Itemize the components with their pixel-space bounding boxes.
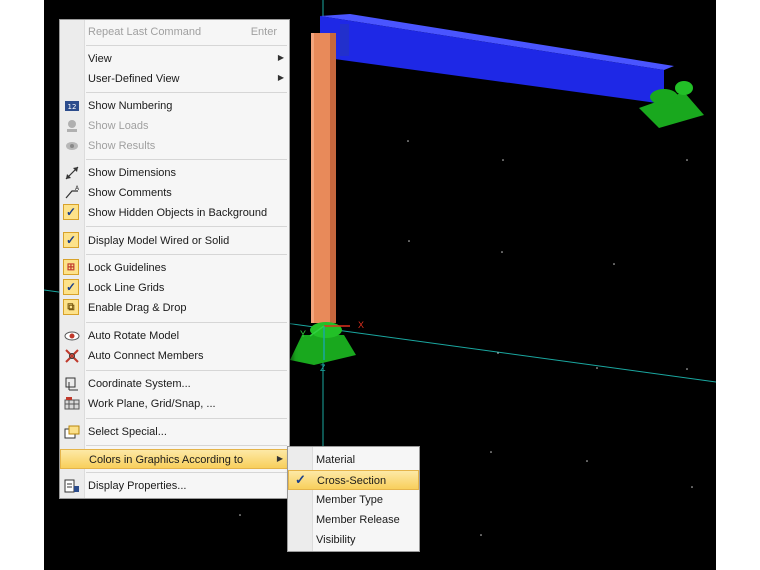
select-icon bbox=[64, 425, 80, 439]
lock-guidelines-icon: ⊞ bbox=[63, 259, 79, 275]
submenu-item-member-type[interactable]: Member Type bbox=[288, 490, 419, 510]
svg-text:12: 12 bbox=[68, 103, 77, 111]
check-icon: ✓ bbox=[295, 472, 306, 487]
results-icon bbox=[66, 142, 78, 150]
loads-icon bbox=[67, 120, 77, 132]
colors-submenu: Material ✓ Cross-Section Member Type Mem… bbox=[287, 446, 420, 552]
check-icon: ✓ bbox=[63, 232, 79, 248]
submenu-arrow-icon: ▶ bbox=[277, 73, 284, 82]
dimension-icon bbox=[65, 166, 79, 180]
submenu-arrow-icon: ▶ bbox=[276, 454, 283, 463]
menu-item-show-results[interactable]: Show Results bbox=[60, 136, 289, 156]
menu-item-user-defined-view[interactable]: User-Defined View ▶ bbox=[60, 69, 289, 89]
menu-separator bbox=[86, 159, 287, 160]
menu-item-work-plane-grid-snap[interactable]: Work Plane, Grid/Snap, ... bbox=[60, 394, 289, 414]
menu-separator bbox=[86, 445, 287, 446]
menu-item-show-comments[interactable]: A Show Comments bbox=[60, 183, 289, 203]
menu-item-show-dimensions[interactable]: Show Dimensions bbox=[60, 163, 289, 183]
menu-item-colors-in-graphics[interactable]: Colors in Graphics According to ▶ bbox=[60, 449, 289, 469]
menu-item-repeat-last-command[interactable]: Repeat Last Command Enter bbox=[60, 22, 289, 42]
submenu-item-member-release[interactable]: Member Release bbox=[288, 510, 419, 530]
context-menu: Repeat Last Command Enter View ▶ User-De… bbox=[59, 19, 290, 499]
shortcut-label: Enter bbox=[250, 26, 277, 38]
menu-item-coordinate-system[interactable]: Coordinate System... bbox=[60, 374, 289, 394]
menu-item-lock-line-grids[interactable]: ✓ Lock Line Grids bbox=[60, 278, 289, 298]
properties-icon bbox=[64, 479, 79, 493]
menu-separator bbox=[86, 370, 287, 371]
menu-item-display-properties[interactable]: Display Properties... bbox=[60, 476, 289, 496]
check-icon: ✓ bbox=[63, 204, 79, 220]
svg-text:A: A bbox=[75, 185, 80, 192]
axis-label-y: Y bbox=[300, 329, 307, 339]
menu-separator bbox=[86, 254, 287, 255]
submenu-item-material[interactable]: Material bbox=[288, 450, 419, 470]
menu-item-enable-drag-drop[interactable]: ⧉ Enable Drag & Drop bbox=[60, 298, 289, 318]
menu-item-show-loads[interactable]: Show Loads bbox=[60, 116, 289, 136]
menu-item-auto-rotate-model[interactable]: Auto Rotate Model bbox=[60, 326, 289, 346]
menu-item-view[interactable]: View ▶ bbox=[60, 49, 289, 69]
coordinate-system-icon bbox=[65, 377, 78, 391]
connect-icon bbox=[65, 349, 79, 363]
column-support bbox=[290, 335, 356, 365]
submenu-item-visibility[interactable]: Visibility bbox=[288, 530, 419, 550]
menu-item-lock-guidelines[interactable]: ⊞ Lock Guidelines bbox=[60, 258, 289, 278]
drag-drop-icon: ⧉ bbox=[63, 299, 79, 315]
menu-item-display-model-wired-or-solid[interactable]: ✓ Display Model Wired or Solid bbox=[60, 231, 289, 251]
check-icon: ✓ bbox=[63, 279, 79, 295]
menu-separator bbox=[86, 322, 287, 323]
menu-item-select-special[interactable]: Select Special... bbox=[60, 422, 289, 442]
menu-separator bbox=[86, 472, 287, 473]
column bbox=[314, 33, 330, 323]
menu-separator bbox=[86, 92, 287, 93]
numbering-icon: 12 bbox=[65, 101, 79, 111]
axis-label-x: X bbox=[358, 320, 365, 330]
menu-separator bbox=[86, 418, 287, 419]
eye-icon bbox=[64, 331, 80, 341]
axis-label-z: Z bbox=[320, 363, 326, 373]
menu-separator bbox=[86, 45, 287, 46]
menu-separator bbox=[86, 226, 287, 227]
grid-icon bbox=[64, 397, 80, 410]
comment-icon: A bbox=[65, 185, 80, 199]
submenu-arrow-icon: ▶ bbox=[277, 53, 284, 62]
submenu-item-cross-section[interactable]: ✓ Cross-Section bbox=[288, 470, 419, 490]
menu-item-show-numbering[interactable]: 12 Show Numbering bbox=[60, 96, 289, 116]
menu-item-show-hidden-objects[interactable]: ✓ Show Hidden Objects in Background bbox=[60, 203, 289, 223]
menu-item-auto-connect-members[interactable]: Auto Connect Members bbox=[60, 346, 289, 366]
